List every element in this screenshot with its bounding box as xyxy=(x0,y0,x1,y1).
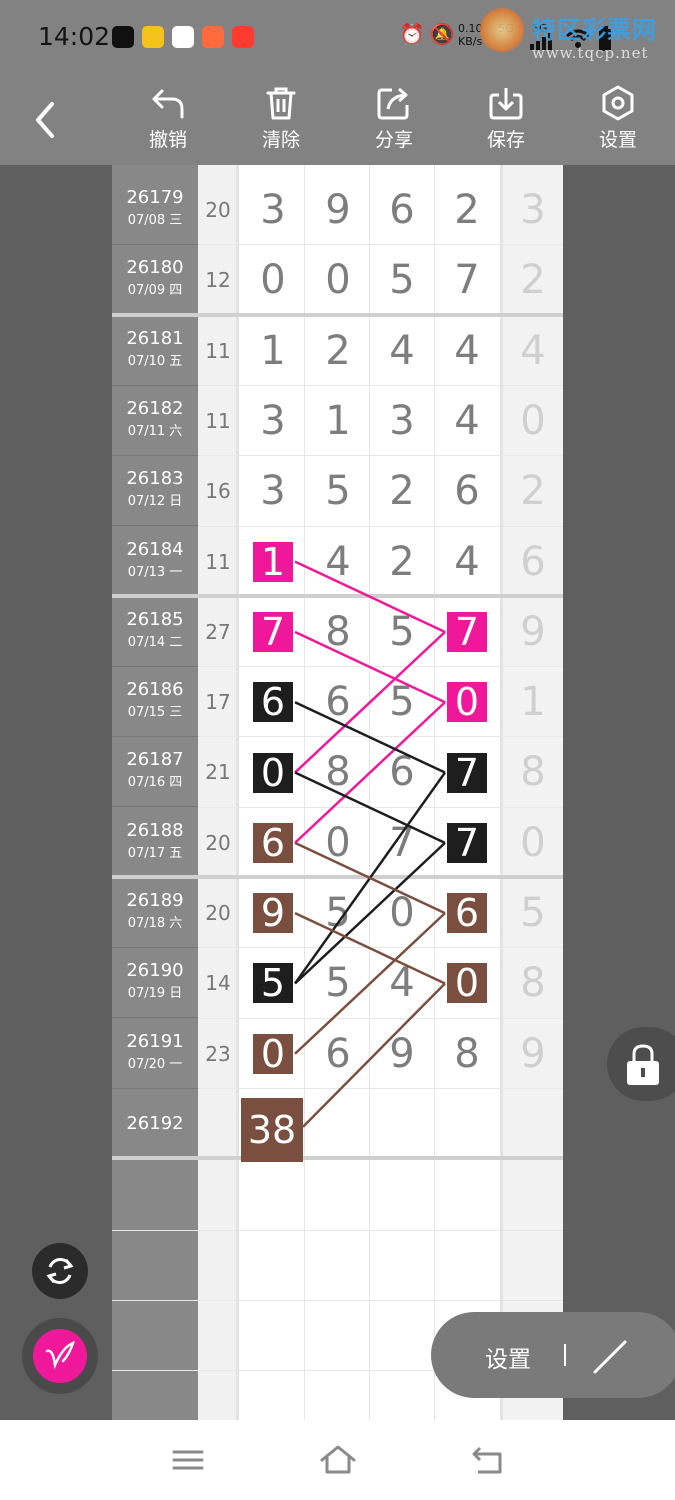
pill-divider xyxy=(564,1344,566,1366)
connector-line xyxy=(294,771,446,844)
connector-line xyxy=(294,701,446,774)
connector-line xyxy=(294,701,446,844)
connector-line xyxy=(294,841,446,985)
connector-line xyxy=(294,560,446,634)
connector-line xyxy=(294,912,446,1055)
system-nav-bar xyxy=(0,1420,675,1500)
refresh-button[interactable] xyxy=(32,1243,88,1299)
back-arrow-icon[interactable] xyxy=(466,1442,510,1478)
pen-button[interactable] xyxy=(33,1329,87,1383)
connector-line xyxy=(294,912,446,985)
connector-line xyxy=(302,982,446,1128)
lock-icon xyxy=(627,1044,659,1085)
pen-icon xyxy=(45,1340,76,1370)
refresh-icon xyxy=(46,1258,74,1284)
menu-icon[interactable] xyxy=(166,1442,210,1478)
pill-settings-label[interactable]: 设置 xyxy=(485,1340,531,1374)
connector-lines xyxy=(293,560,447,1128)
line-tool-icon[interactable] xyxy=(591,1336,631,1376)
settings-pill[interactable]: 设置 xyxy=(431,1312,675,1398)
home-icon[interactable] xyxy=(316,1442,360,1478)
connector-line xyxy=(294,630,446,704)
connector-line xyxy=(294,631,446,774)
lock-button[interactable] xyxy=(607,1027,675,1101)
connector-line xyxy=(294,841,446,915)
